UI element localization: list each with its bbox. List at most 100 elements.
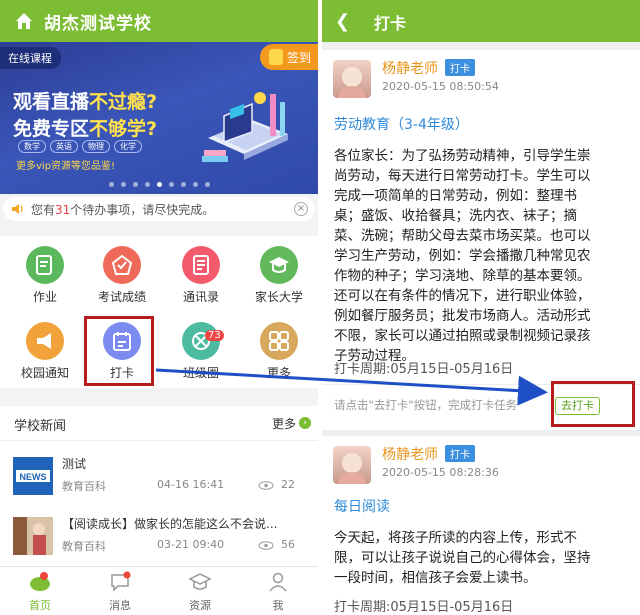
school-name: 胡杰测试学校 bbox=[44, 14, 152, 34]
task-description: 各位家长：为了弘扬劳动精神，引导学生崇 尚劳动，每天进行日常劳动打卡。学生可以 完成… bbox=[334, 146, 630, 366]
description-line: 学习生产劳动，例如：学会播撒几种常见农 bbox=[334, 248, 591, 264]
description-line: 今天起，将孩子所读的内容上传，形式不 bbox=[334, 530, 577, 546]
checkin-task-card[interactable]: 杨静老师 打卡 2020-05-15 08:50:54 劳动教育（3-4年级） … bbox=[322, 50, 640, 430]
profile-icon bbox=[269, 572, 287, 592]
feature-megaphone[interactable]: 校园通知 bbox=[8, 312, 78, 382]
tab-label: 首页 bbox=[29, 599, 51, 612]
headline-2-a: 免费专区 bbox=[13, 118, 90, 140]
news-title: 测试 bbox=[62, 457, 87, 471]
news-more-link[interactable]: 更多 bbox=[272, 415, 296, 432]
description-line: 各位家长：为了弘扬劳动精神，引导学生崇 bbox=[334, 148, 591, 164]
headline-1-b: 不过瘾? bbox=[89, 91, 158, 113]
promo-banner[interactable]: 在线课程 签到 观看直播不过瘾? 免费专区不够学? 数学 英语 物理 化学 更多… bbox=[0, 42, 318, 194]
bottom-tab-bar: 首页 消息 资源 我 bbox=[0, 566, 318, 615]
laptop-illustration bbox=[202, 92, 288, 162]
feature-homework[interactable]: 作业 bbox=[8, 236, 78, 306]
todo-notice[interactable]: 您有31个待办事项，请尽快完成。 × bbox=[3, 197, 315, 221]
news-source: 教育百科 bbox=[62, 480, 106, 493]
news-heading: 学校新闻 bbox=[14, 419, 67, 434]
feature-exam[interactable]: 考试成绩 bbox=[85, 236, 155, 306]
homework-icon bbox=[26, 246, 64, 284]
teacher-name: 杨静老师 bbox=[382, 447, 438, 463]
carousel-dot[interactable] bbox=[204, 182, 210, 187]
carousel-dot[interactable] bbox=[192, 182, 198, 187]
feature-contacts[interactable]: 通讯录 bbox=[164, 236, 234, 306]
headline-2-b: 不够学? bbox=[89, 118, 158, 140]
todo-text: 您有31个待办事项，请尽快完成。 bbox=[31, 201, 214, 218]
feature-label: 考试成绩 bbox=[97, 290, 146, 304]
task-description: 今天起，将孩子所读的内容上传，形式不 限，可以让孩子说说自己的心得体会，坚持 一段时… bbox=[334, 528, 630, 588]
svg-text:NEWS: NEWS bbox=[20, 472, 47, 482]
carousel-dot[interactable] bbox=[108, 182, 114, 187]
description-line: 限，可以让孩子说说自己的心得体会，坚持 bbox=[334, 550, 591, 566]
carousel-dots[interactable] bbox=[0, 182, 318, 187]
tab-messages[interactable]: 消息 bbox=[90, 567, 150, 615]
exam-icon bbox=[103, 246, 141, 284]
description-line: 作物的种子；学习浇地、除草的基本要领。 bbox=[334, 268, 591, 284]
description-line: 尚劳动，每天进行日常劳动打卡。学生可以 bbox=[334, 168, 591, 184]
post-time: 2020-05-15 08:50:54 bbox=[382, 80, 499, 93]
divider bbox=[0, 440, 318, 441]
app-header: ❮ 打卡 bbox=[322, 0, 640, 42]
back-arrow-icon[interactable]: ❮ bbox=[335, 11, 350, 32]
tab-home[interactable]: 首页 bbox=[10, 567, 70, 615]
news-date: 04-16 16:41 bbox=[157, 478, 225, 491]
message-icon bbox=[111, 571, 131, 592]
sign-in-button[interactable]: 签到 bbox=[260, 44, 318, 70]
feature-grid: 作业 考试成绩 通讯录 家长大学 校园通知 打卡 班级圈 更多 bbox=[0, 236, 318, 388]
feature-more-grid[interactable]: 更多 bbox=[242, 312, 312, 382]
feature-graduation[interactable]: 家长大学 bbox=[242, 236, 312, 306]
banner-headline-1: 观看直播不过瘾? bbox=[13, 87, 157, 114]
news-views: 22 bbox=[281, 478, 295, 491]
checkin-hint: 请点击"去打卡"按钮，完成打卡任务 bbox=[334, 398, 518, 412]
checkin-task-card[interactable]: 杨静老师 打卡 2020-05-15 08:28:36 每日阅读 今天起，将孩子… bbox=[322, 436, 640, 615]
description-line: 完成一项简单的日常劳动，例如：整理书 bbox=[334, 188, 577, 204]
news-thumbnail-icon: NEWS bbox=[13, 457, 53, 495]
contacts-icon bbox=[182, 246, 220, 284]
tab-label: 资源 bbox=[189, 599, 211, 612]
tab-label: 我 bbox=[272, 599, 284, 612]
home-icon[interactable] bbox=[13, 10, 35, 32]
news-thumbnail-icon bbox=[13, 517, 53, 555]
carousel-dot[interactable] bbox=[132, 182, 138, 187]
task-type-badge: 打卡 bbox=[445, 445, 475, 462]
feature-label: 通讯录 bbox=[182, 290, 219, 304]
subject-chip: 化学 bbox=[114, 140, 142, 153]
subject-chips: 数学 英语 物理 化学 bbox=[18, 140, 142, 153]
more-grid-icon bbox=[260, 322, 298, 360]
graduation-icon bbox=[260, 246, 298, 284]
task-title[interactable]: 每日阅读 bbox=[334, 496, 390, 516]
news-item[interactable]: 【阅读成长】做家长的怎能这么不会说... 教育百科 03-21 09:40 56 bbox=[0, 510, 318, 570]
tab-resources[interactable]: 资源 bbox=[170, 567, 230, 615]
checkin-screen: ❮ 打卡 杨静老师 打卡 2020-05-15 08:50:54 劳动教育（3-… bbox=[322, 0, 640, 615]
close-icon[interactable]: × bbox=[294, 202, 308, 216]
news-views: 56 bbox=[281, 538, 295, 551]
feature-label: 班级圈 bbox=[182, 366, 219, 380]
feature-class-circle[interactable]: 班级圈 bbox=[164, 312, 234, 382]
carousel-dot[interactable] bbox=[168, 182, 174, 187]
checkin-period: 打卡周期:05月15日-05月16日 bbox=[334, 600, 514, 615]
tab-profile[interactable]: 我 bbox=[248, 567, 308, 615]
class-circle-badge: 73 bbox=[205, 330, 224, 341]
eye-icon bbox=[258, 481, 274, 490]
carousel-dot[interactable] bbox=[120, 182, 126, 187]
todo-prefix: 您有 bbox=[31, 203, 56, 217]
class-circle-icon bbox=[182, 322, 220, 360]
description-line: 菜、洗碗；帮助父母去菜市场买菜。也可以 bbox=[334, 228, 591, 244]
carousel-dot-active[interactable] bbox=[156, 182, 162, 187]
news-date: 03-21 09:40 bbox=[157, 538, 225, 551]
task-title[interactable]: 劳动教育（3-4年级） bbox=[334, 114, 469, 134]
eye-icon bbox=[258, 541, 274, 550]
headline-1-a: 观看直播 bbox=[13, 91, 90, 113]
banner-headline-2: 免费专区不够学? bbox=[13, 114, 157, 141]
carousel-dot[interactable] bbox=[144, 182, 150, 187]
school-home-screen: 胡杰测试学校 在线课程 签到 观看直播不过瘾? 免费专区不够学? 数学 英语 物… bbox=[0, 0, 318, 615]
todo-suffix: 个待办事项，请尽快完成。 bbox=[70, 203, 215, 217]
news-item[interactable]: NEWS 测试 教育百科 04-16 16:41 22 bbox=[0, 450, 318, 510]
subject-chip: 数学 bbox=[18, 140, 46, 153]
megaphone-icon bbox=[26, 322, 64, 360]
sign-in-label: 签到 bbox=[287, 51, 312, 65]
subject-chip: 英语 bbox=[50, 140, 78, 153]
chevron-right-icon[interactable]: › bbox=[299, 417, 311, 429]
carousel-dot[interactable] bbox=[180, 182, 186, 187]
